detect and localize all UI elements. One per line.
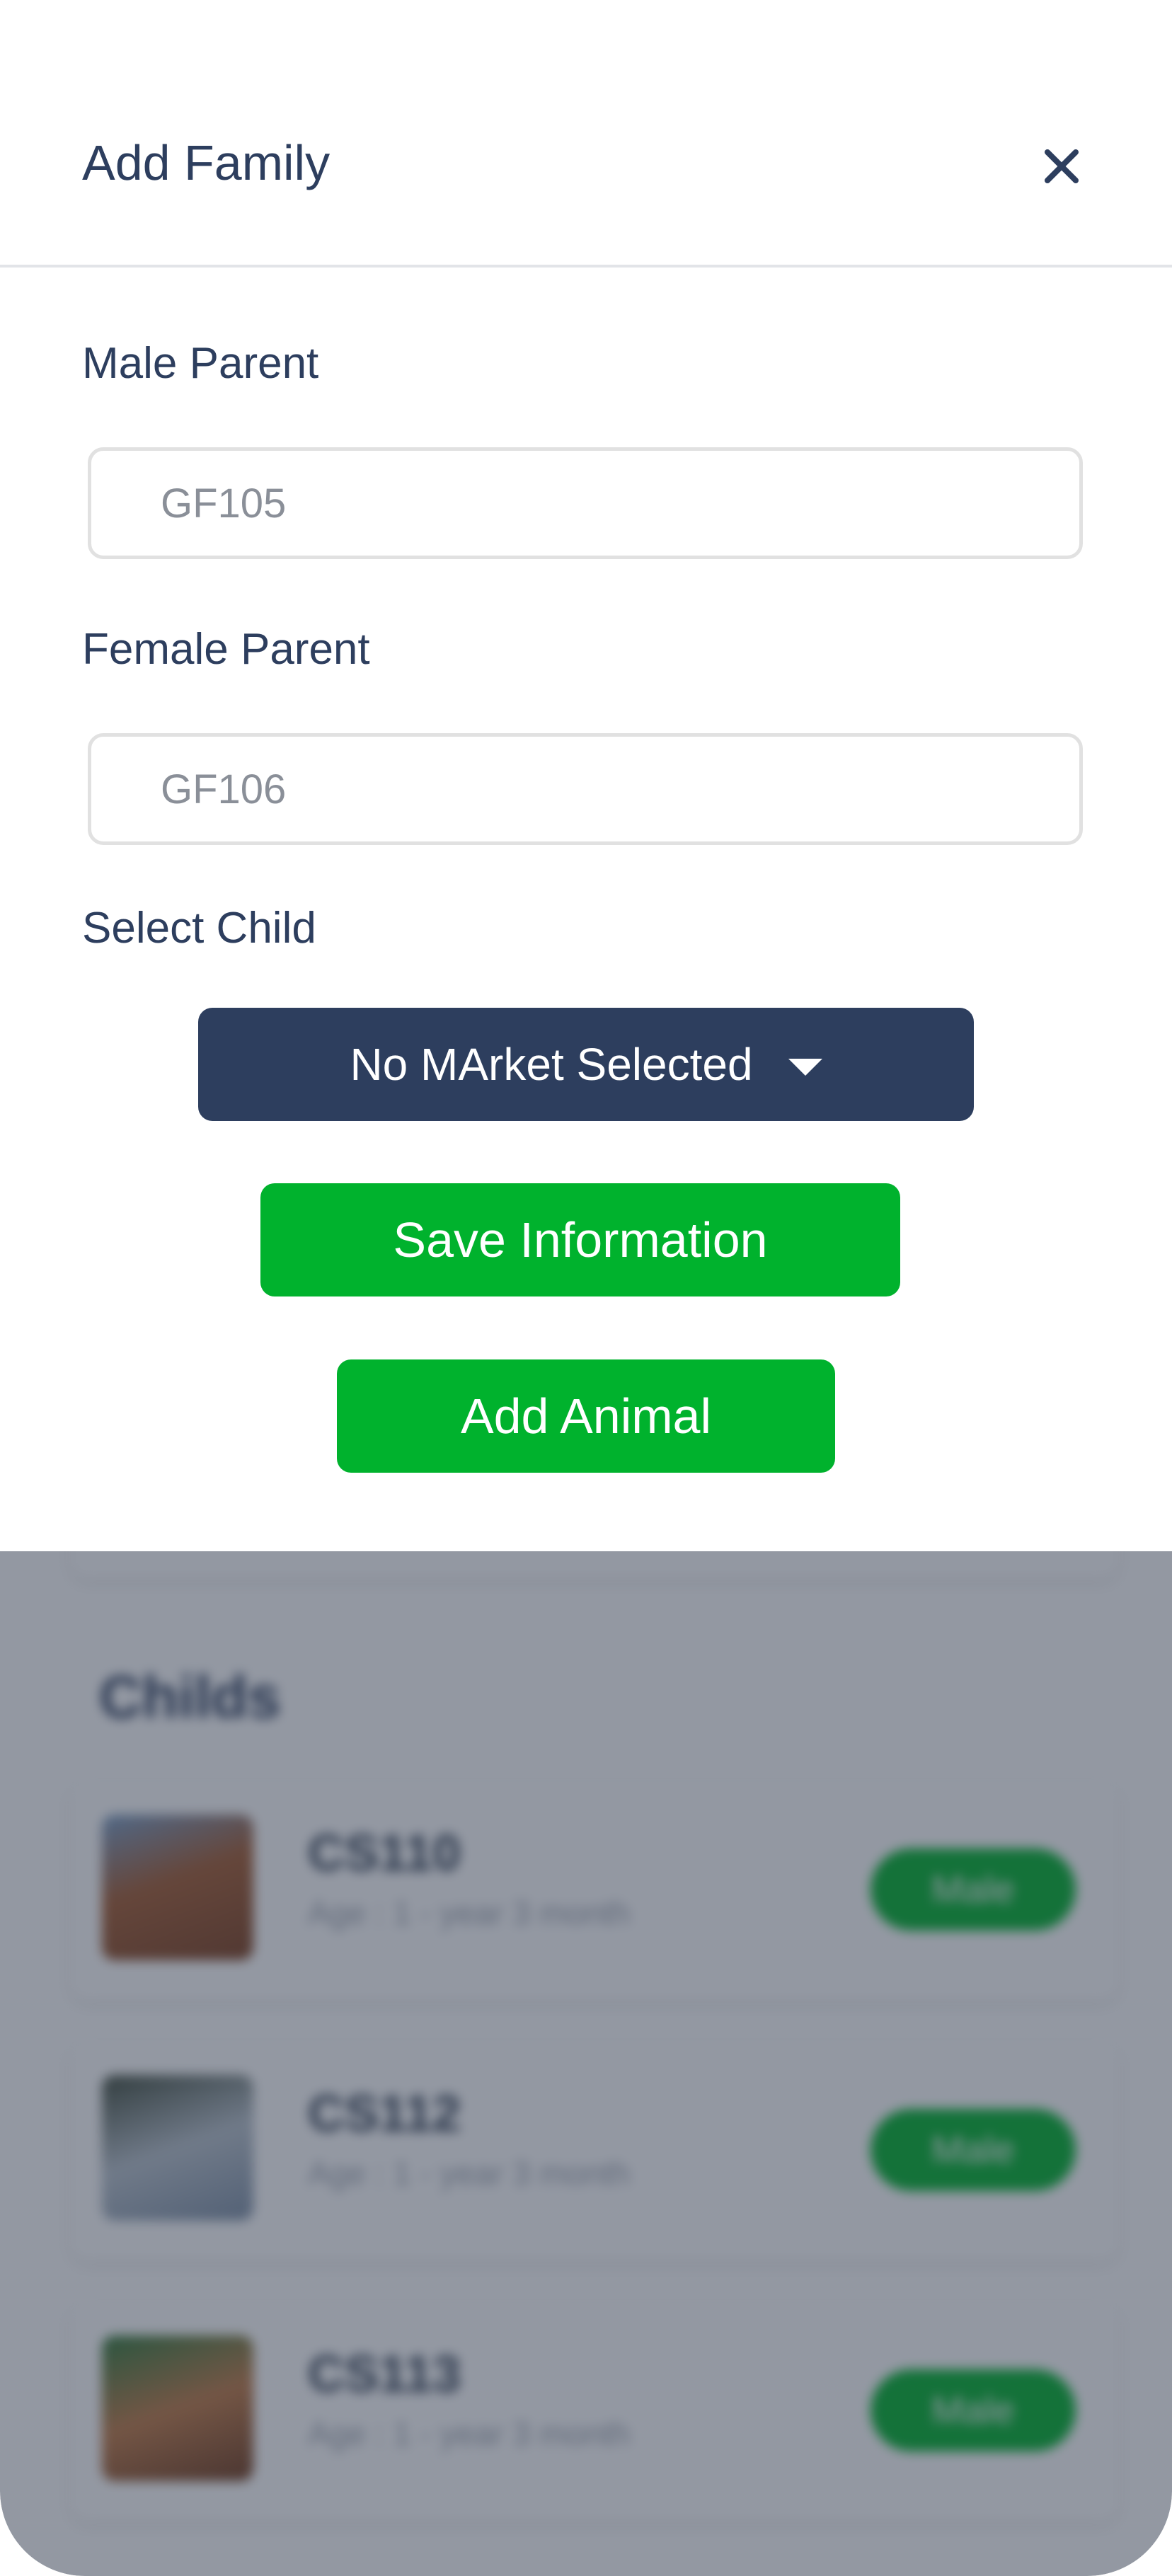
- caret-down-icon: [788, 1059, 822, 1076]
- save-information-button[interactable]: Save Information: [260, 1183, 900, 1296]
- add-animal-button[interactable]: Add Animal: [337, 1359, 835, 1473]
- close-icon: [1045, 149, 1079, 183]
- female-parent-input[interactable]: [88, 733, 1083, 845]
- child-select-dropdown[interactable]: No MArket Selected: [198, 1008, 974, 1121]
- close-button[interactable]: [1030, 134, 1093, 198]
- female-parent-label: Female Parent: [82, 625, 370, 674]
- male-parent-input[interactable]: [88, 447, 1083, 559]
- sheet-title: Add Family: [82, 135, 331, 190]
- header-divider: [0, 265, 1172, 268]
- add-family-sheet: Add Family Male Parent Female Parent Sel…: [0, 0, 1172, 1551]
- select-child-label: Select Child: [82, 904, 316, 953]
- male-parent-label: Male Parent: [82, 339, 319, 388]
- dropdown-selected-value: No MArket Selected: [350, 1039, 753, 1090]
